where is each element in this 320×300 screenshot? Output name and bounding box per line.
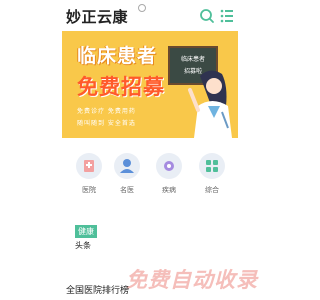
section-title-hospital-ranking[interactable]: 全国医院排行榜 xyxy=(66,283,129,296)
virus-icon xyxy=(156,153,182,179)
quick-link-general[interactable]: 综合 xyxy=(192,153,232,203)
doctor-illustration xyxy=(188,70,232,138)
watermark-text: 免费自动收录 xyxy=(126,268,258,292)
grid-menu-icon[interactable] xyxy=(219,8,235,24)
news-title[interactable]: 头条 xyxy=(75,240,91,251)
recruitment-banner[interactable]: 临床患者 免费招募 免费诊疗 免费用药 随叫随到 安全首选 临床患者 招募啦 xyxy=(62,31,238,138)
quick-link-label: 疾病 xyxy=(162,186,176,194)
hospital-icon xyxy=(76,153,102,179)
brand-logo[interactable]: 妙正云康 xyxy=(66,6,128,27)
search-icon[interactable] xyxy=(199,8,215,24)
top-header: 妙正云康 TM xyxy=(0,0,300,34)
quick-link-label: 综合 xyxy=(205,186,219,194)
quick-link-doctor[interactable]: 名医 xyxy=(107,153,147,203)
news-tag: 健康 xyxy=(75,225,97,238)
quick-link-label: 医院 xyxy=(82,186,96,194)
board-text-1: 临床患者 xyxy=(180,56,205,63)
quick-link-disease[interactable]: 疾病 xyxy=(149,153,189,203)
banner-feature-line-1: 免费诊疗 免费用药 xyxy=(77,108,136,115)
grid-icon xyxy=(199,153,225,179)
trademark-badge: TM xyxy=(138,4,146,12)
banner-subtitle: 免费招募 xyxy=(77,75,165,99)
doctor-icon xyxy=(114,153,140,179)
banner-title: 临床患者 xyxy=(77,45,158,67)
banner-feature-line-2: 随叫随到 安全首选 xyxy=(77,120,136,127)
quick-link-label: 名医 xyxy=(120,186,134,194)
quick-link-hospital[interactable]: 医院 xyxy=(69,153,109,203)
